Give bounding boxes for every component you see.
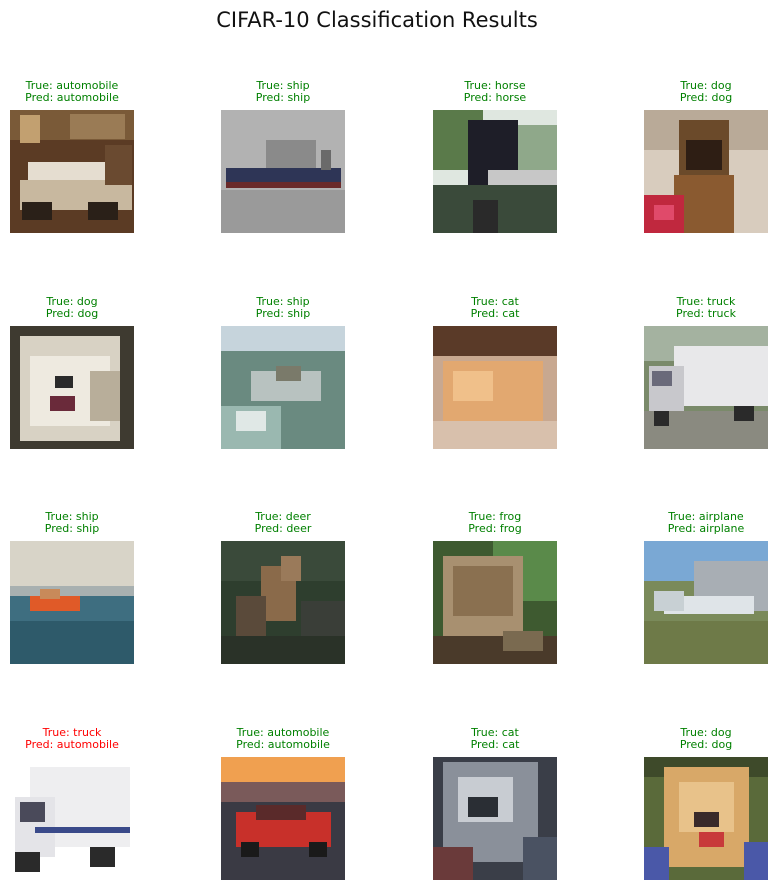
pred-label: Pred: ship — [255, 307, 311, 320]
pred-label: Pred: automobile — [25, 738, 119, 751]
thumbnail-cat — [433, 757, 557, 880]
thumbnail-ship — [10, 541, 134, 664]
page-title: CIFAR-10 Classification Results — [216, 8, 538, 32]
pred-label: Pred: truck — [676, 307, 736, 320]
caption: True: frog Pred: frog — [393, 511, 597, 535]
thumbnail-airplane — [644, 541, 768, 664]
pred-label: Pred: automobile — [25, 91, 119, 104]
pred-label: Pred: dog — [45, 307, 99, 320]
thumbnail-horse — [433, 110, 557, 233]
pred-label: Pred: dog — [679, 738, 733, 751]
thumbnail-frog — [433, 541, 557, 664]
pred-label: Pred: cat — [470, 307, 520, 320]
caption: True: cat Pred: cat — [393, 296, 597, 320]
pred-label: Pred: ship — [44, 522, 100, 535]
pred-label: Pred: airplane — [667, 522, 745, 535]
caption: True: automobile Pred: automobile — [0, 80, 174, 104]
caption: True: truck Pred: truck — [604, 296, 777, 320]
caption: True: dog Pred: dog — [0, 296, 174, 320]
thumbnail-dog — [10, 326, 134, 449]
caption: True: horse Pred: horse — [393, 80, 597, 104]
caption: True: ship Pred: ship — [181, 296, 385, 320]
thumbnail-ship — [221, 110, 345, 233]
caption: True: dog Pred: dog — [604, 80, 777, 104]
thumbnail-deer — [221, 541, 345, 664]
caption: True: automobile Pred: automobile — [181, 727, 385, 751]
thumbnail-truck — [644, 326, 768, 449]
thumbnail-automobile — [10, 110, 134, 233]
caption: True: deer Pred: deer — [181, 511, 385, 535]
pred-label: Pred: cat — [470, 738, 520, 751]
thumbnail-ship — [221, 326, 345, 449]
thumbnail-automobile — [221, 757, 345, 880]
pred-label: Pred: automobile — [236, 738, 330, 751]
thumbnail-cat — [433, 326, 557, 449]
pred-label: Pred: frog — [468, 522, 522, 535]
pred-label: Pred: dog — [679, 91, 733, 104]
caption: True: ship Pred: ship — [0, 511, 174, 535]
caption: True: dog Pred: dog — [604, 727, 777, 751]
caption: True: cat Pred: cat — [393, 727, 597, 751]
pred-label: Pred: ship — [255, 91, 311, 104]
caption: True: truck Pred: automobile — [0, 727, 174, 751]
thumbnail-dog — [644, 110, 768, 233]
pred-label: Pred: horse — [463, 91, 527, 104]
thumbnail-truck — [10, 757, 134, 880]
pred-label: Pred: deer — [254, 522, 312, 535]
caption: True: ship Pred: ship — [181, 80, 385, 104]
thumbnail-dog — [644, 757, 768, 880]
caption: True: airplane Pred: airplane — [604, 511, 777, 535]
